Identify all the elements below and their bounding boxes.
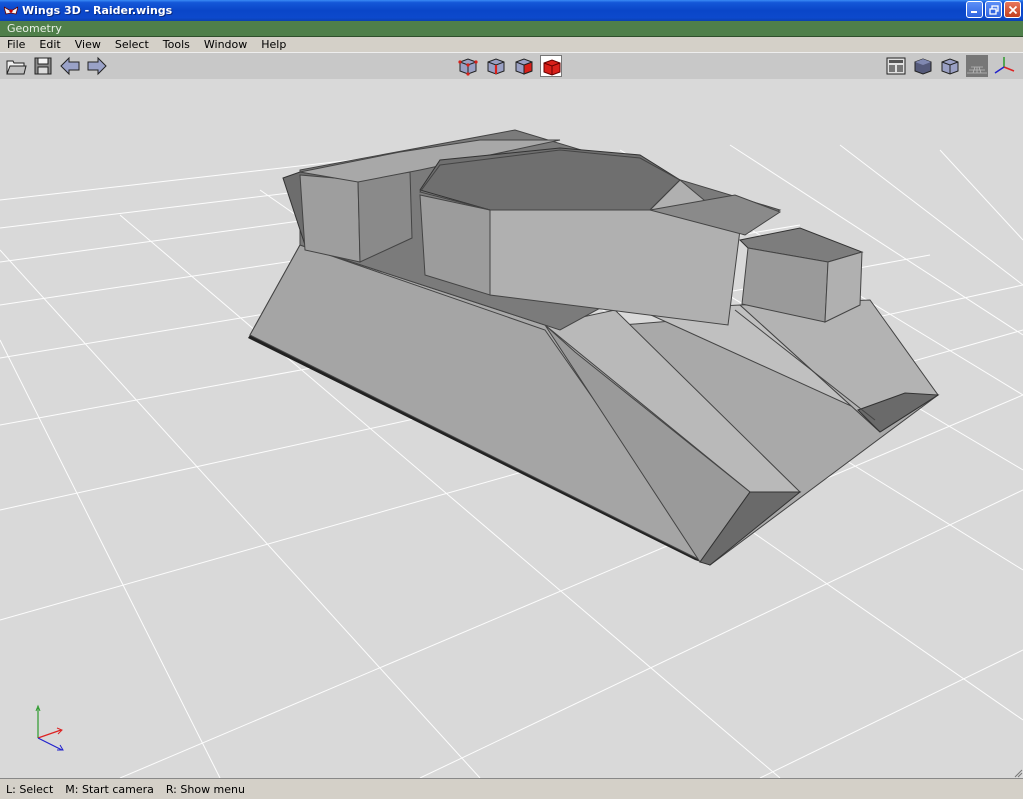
toolbar (0, 52, 1023, 80)
open-button[interactable] (5, 55, 27, 77)
redo-icon (87, 56, 107, 76)
minimize-icon (971, 11, 977, 13)
geometry-window-caption[interactable]: Geometry (0, 21, 1023, 37)
menu-select[interactable]: Select (108, 38, 156, 51)
wireframe-icon (941, 58, 959, 75)
hint-right-click: R: Show menu (165, 782, 245, 796)
x-axis-icon (37, 729, 62, 739)
hint-left-click: L: Select (6, 782, 54, 796)
geometry-caption-label: Geometry (7, 22, 62, 35)
resize-grip-icon[interactable] (1013, 768, 1023, 778)
axes-icon (994, 57, 1015, 74)
smooth-preview-icon (886, 57, 906, 75)
3d-viewport[interactable] (0, 79, 1023, 778)
edge-mode-button[interactable] (485, 55, 507, 77)
ground-plane-button[interactable] (966, 55, 988, 77)
menu-file[interactable]: File (0, 38, 32, 51)
undo-icon (60, 56, 80, 76)
face-mode-button[interactable] (513, 55, 535, 77)
restore-button[interactable] (985, 1, 1002, 18)
hint-middle-click: M: Start camera (65, 782, 154, 796)
vertex-mode-button[interactable] (457, 55, 479, 77)
save-button[interactable] (32, 55, 54, 77)
menu-window[interactable]: Window (197, 38, 254, 51)
minimize-button[interactable] (966, 1, 983, 18)
body-mode-icon (543, 59, 561, 76)
axis-gizmo (35, 704, 64, 751)
open-icon (6, 60, 27, 75)
shaded-button[interactable] (912, 55, 934, 77)
close-icon (1008, 5, 1017, 14)
restore-icon (988, 4, 999, 15)
smooth-preview-button[interactable] (885, 55, 907, 77)
axes-button[interactable] (993, 55, 1015, 77)
scene-canvas (0, 129, 1023, 778)
body-mode-button[interactable] (540, 55, 562, 77)
menu-bar: File Edit View Select Tools Window Help (0, 37, 1023, 52)
status-bar: L: Select M: Start camera R: Show menu (0, 778, 1023, 799)
menu-edit[interactable]: Edit (32, 38, 67, 51)
vertex-mode-icon (458, 58, 478, 76)
menu-tools[interactable]: Tools (156, 38, 197, 51)
redo-button[interactable] (86, 55, 108, 77)
window-title: Wings 3D - Raider.wings (22, 4, 173, 17)
wireframe-button[interactable] (939, 55, 961, 77)
ground-plane-icon (967, 66, 987, 74)
edge-mode-icon (487, 58, 505, 75)
menu-view[interactable]: View (68, 38, 108, 51)
shaded-icon (914, 58, 932, 75)
save-icon (34, 57, 52, 75)
rear-block-front (299, 174, 361, 263)
z-axis-icon (37, 737, 63, 751)
menu-help[interactable]: Help (254, 38, 293, 51)
undo-button[interactable] (59, 55, 81, 77)
wings-app-icon (4, 6, 18, 14)
close-button[interactable] (1004, 1, 1021, 18)
window-title-bar[interactable]: Wings 3D - Raider.wings (0, 0, 1023, 21)
face-mode-icon (515, 58, 533, 75)
